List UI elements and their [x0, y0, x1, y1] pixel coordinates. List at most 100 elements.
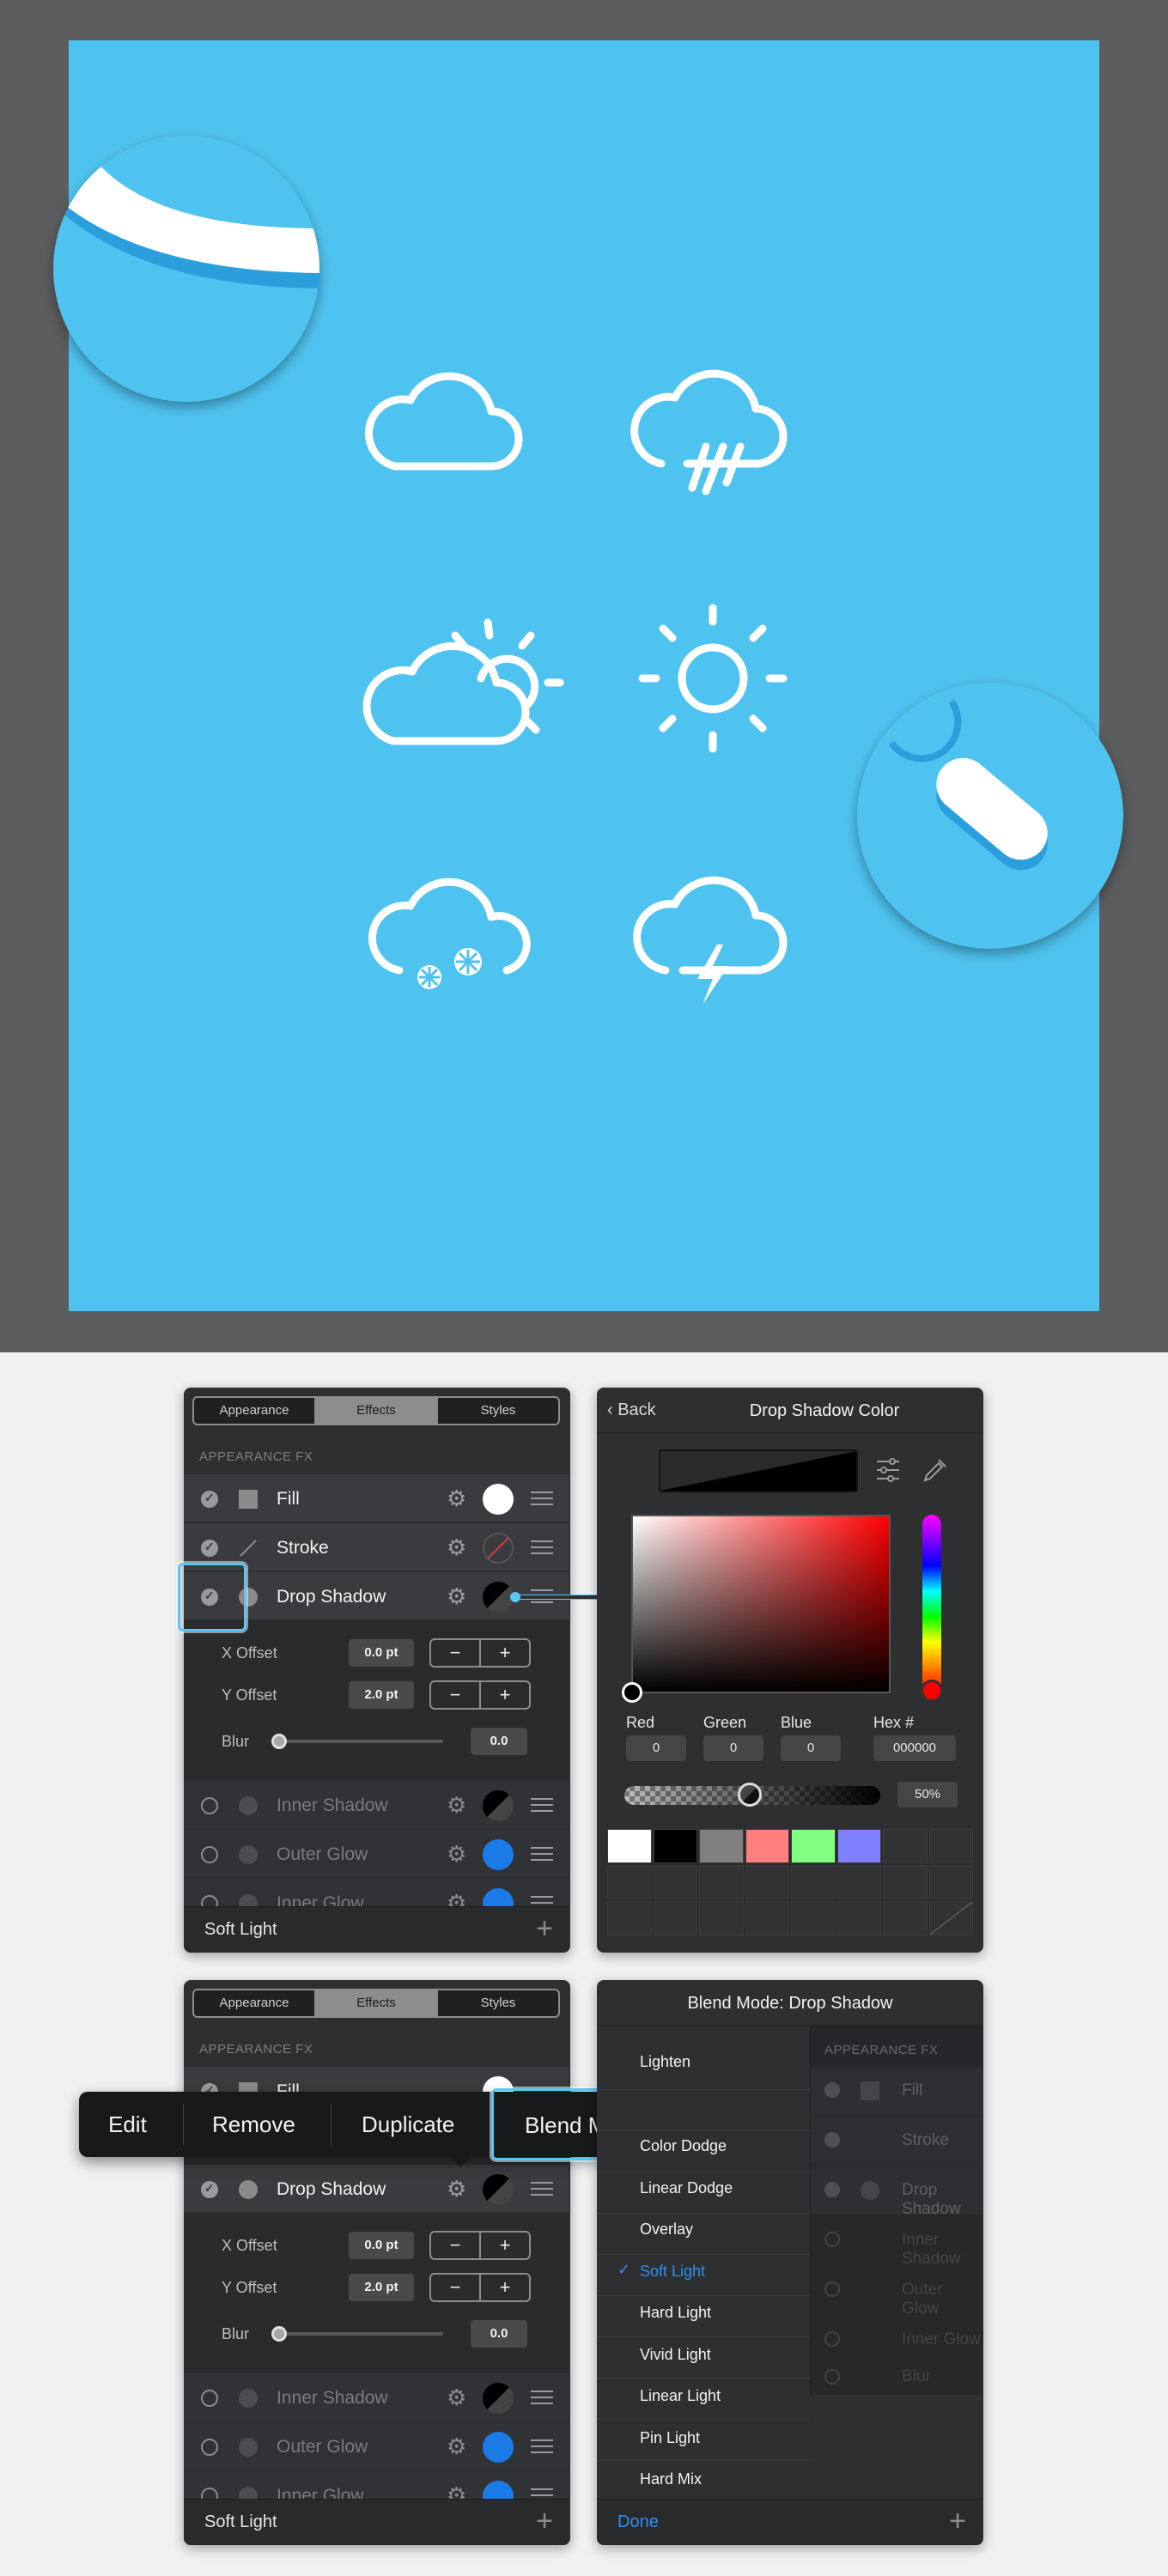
menu-item-duplicate[interactable]: Duplicate	[362, 2111, 454, 2138]
blend-item-linear-light[interactable]: Linear Light	[640, 2387, 721, 2405]
blend-item-pin-light[interactable]: Pin Light	[640, 2429, 700, 2447]
blend-item-linear-dodge[interactable]: Linear Dodge	[640, 2179, 733, 2197]
minus-icon[interactable]: −	[431, 2275, 481, 2300]
stroke-checkbox[interactable]	[201, 1540, 218, 1557]
hue-handle[interactable]	[921, 1680, 943, 1702]
tab-effects[interactable]: Effects	[316, 1990, 438, 2016]
empty-swatch[interactable]	[928, 1865, 973, 1899]
empty-swatch[interactable]	[928, 1829, 973, 1863]
drop-shadow-color-swatch[interactable]	[483, 1582, 514, 1613]
tab-styles[interactable]: Styles	[438, 1398, 558, 1424]
x-offset-field[interactable]: 0.0 pt	[349, 1639, 414, 1667]
drag-handle-icon[interactable]	[531, 2182, 553, 2196]
empty-swatch[interactable]	[699, 1901, 744, 1935]
drop-shadow-color-swatch[interactable]	[483, 2174, 514, 2205]
saturation-brightness-field[interactable]	[631, 1515, 891, 1693]
empty-swatch[interactable]	[883, 1829, 928, 1863]
blend-item-overlay[interactable]: Overlay	[640, 2221, 693, 2239]
drag-handle-icon[interactable]	[531, 2391, 553, 2404]
blend-item-color-dodge[interactable]: Color Dodge	[640, 2137, 727, 2155]
blend-item-vivid-light[interactable]: Vivid Light	[640, 2346, 711, 2364]
inner-shadow-swatch[interactable]	[483, 2383, 514, 2414]
gear-icon[interactable]: ⚙	[447, 2385, 466, 2409]
outer-glow-checkbox[interactable]	[201, 1846, 218, 1863]
outer-glow-swatch[interactable]	[483, 2432, 514, 2463]
minus-icon[interactable]: −	[431, 1640, 481, 1666]
tab-appearance[interactable]: Appearance	[194, 1990, 316, 2016]
add-effect-icon[interactable]: +	[536, 1912, 553, 1946]
gear-icon[interactable]: ⚙	[447, 2434, 466, 2458]
outer-glow-checkbox[interactable]	[201, 2439, 218, 2456]
color-swatch[interactable]	[699, 1829, 744, 1863]
sliders-icon[interactable]	[875, 1456, 901, 1484]
blend-mode-footer-label[interactable]: Soft Light	[204, 2512, 277, 2532]
drop-shadow-checkbox[interactable]	[201, 2181, 218, 2198]
inner-shadow-row[interactable]: Inner Shadow ⚙	[184, 1780, 569, 1828]
gear-icon[interactable]: ⚙	[447, 1486, 466, 1510]
plus-icon[interactable]: +	[481, 1640, 529, 1666]
gear-icon[interactable]: ⚙	[447, 1793, 466, 1817]
plus-icon[interactable]: +	[481, 1682, 529, 1708]
empty-swatch[interactable]	[883, 1901, 928, 1935]
done-button[interactable]: Done	[617, 2512, 659, 2532]
plus-icon[interactable]: +	[481, 2275, 529, 2300]
slider-knob[interactable]	[271, 1734, 287, 1749]
opacity-field[interactable]: 50%	[897, 1782, 958, 1807]
inner-shadow-checkbox[interactable]	[201, 2390, 218, 2407]
y-offset-field[interactable]: 2.0 pt	[349, 1681, 414, 1709]
drop-shadow-row[interactable]: Drop Shadow ⚙	[184, 2164, 569, 2212]
outer-glow-swatch[interactable]	[483, 1839, 514, 1870]
menu-item-edit[interactable]: Edit	[108, 2111, 147, 2138]
empty-swatch[interactable]	[607, 1865, 652, 1899]
fill-color-swatch[interactable]	[483, 1484, 514, 1515]
gear-icon[interactable]: ⚙	[447, 1535, 466, 1559]
empty-swatch[interactable]	[883, 1865, 928, 1899]
red-field[interactable]: 0	[626, 1735, 686, 1761]
x-offset-field[interactable]: 0.0 pt	[349, 2232, 414, 2259]
empty-swatch[interactable]	[836, 1865, 881, 1899]
blend-item-soft-light[interactable]: Soft Light	[640, 2263, 705, 2281]
y-offset-stepper[interactable]: − +	[429, 1680, 531, 1710]
inner-shadow-checkbox[interactable]	[201, 1797, 218, 1814]
blur-slider[interactable]	[271, 2326, 443, 2342]
hex-field[interactable]: 000000	[873, 1735, 956, 1761]
empty-swatch[interactable]	[653, 1865, 697, 1899]
add-effect-icon[interactable]: +	[536, 2505, 553, 2538]
eyedropper-icon[interactable]	[922, 1455, 949, 1484]
fill-row[interactable]: Fill ⚙	[184, 1473, 569, 1522]
inner-shadow-swatch[interactable]	[483, 1790, 514, 1821]
gear-icon[interactable]: ⚙	[447, 2177, 466, 2201]
blend-item-lighten[interactable]: Lighten	[640, 2053, 690, 2071]
gear-icon[interactable]: ⚙	[447, 1842, 466, 1866]
empty-swatch[interactable]	[745, 1865, 789, 1899]
empty-swatch[interactable]	[653, 1901, 697, 1935]
empty-swatch[interactable]	[791, 1901, 836, 1935]
plus-icon[interactable]: +	[481, 2233, 529, 2258]
drag-handle-icon[interactable]	[531, 1492, 553, 1505]
drag-handle-icon[interactable]	[531, 2439, 553, 2453]
drag-handle-icon[interactable]	[531, 1847, 553, 1861]
empty-swatch[interactable]	[607, 1901, 652, 1935]
empty-swatch[interactable]	[791, 1865, 836, 1899]
color-swatch[interactable]	[791, 1829, 836, 1863]
menu-item-remove[interactable]: Remove	[212, 2111, 295, 2138]
empty-swatch[interactable]	[928, 1901, 973, 1935]
drag-handle-icon[interactable]	[531, 1798, 553, 1812]
color-swatch[interactable]	[653, 1829, 697, 1863]
empty-swatch[interactable]	[836, 1901, 881, 1935]
add-icon[interactable]: +	[949, 2505, 966, 2538]
blur-value[interactable]: 0.0	[471, 1728, 527, 1755]
stroke-color-swatch[interactable]	[483, 1533, 514, 1564]
inner-shadow-row[interactable]: Inner Shadow ⚙	[184, 2372, 569, 2421]
blend-item-hard-light[interactable]: Hard Light	[640, 2304, 711, 2322]
minus-icon[interactable]: −	[431, 2233, 481, 2258]
color-swatch[interactable]	[745, 1829, 789, 1863]
outer-glow-row[interactable]: Outer Glow ⚙	[184, 2421, 569, 2470]
blur-value[interactable]: 0.0	[471, 2320, 527, 2348]
opacity-handle[interactable]	[738, 1783, 762, 1807]
blue-field[interactable]: 0	[781, 1735, 841, 1761]
minus-icon[interactable]: −	[431, 1682, 481, 1708]
blend-item-hard-mix[interactable]: Hard Mix	[640, 2470, 702, 2488]
tab-appearance[interactable]: Appearance	[194, 1398, 316, 1424]
tab-styles[interactable]: Styles	[438, 1990, 558, 2016]
